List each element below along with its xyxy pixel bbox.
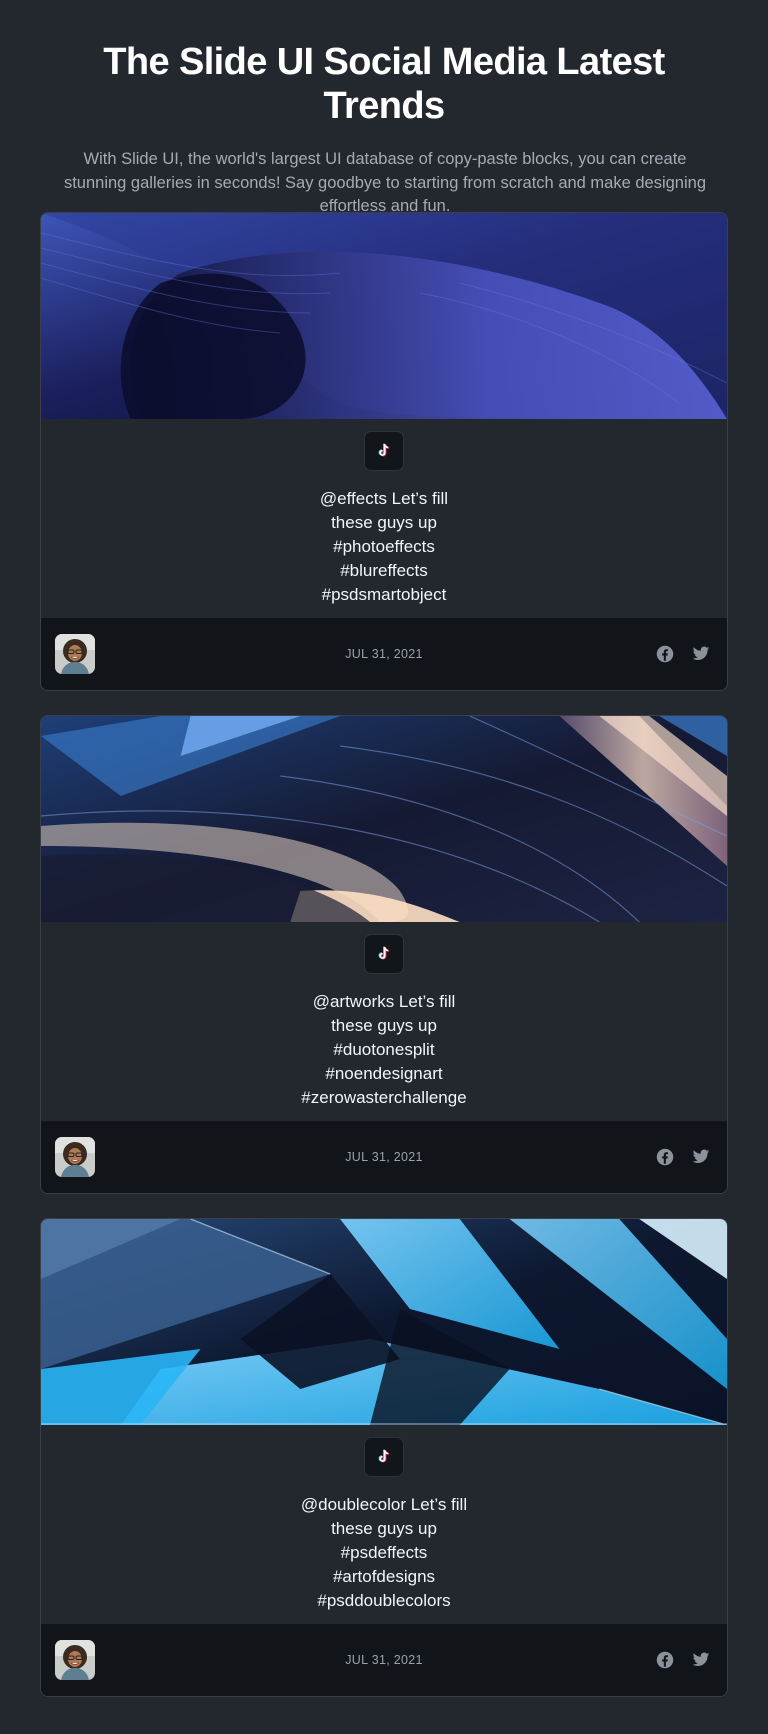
tiktok-icon <box>378 946 390 960</box>
tiktok-icon <box>378 1449 390 1463</box>
caption-line: #psdsmartobject <box>321 585 447 604</box>
post-footer: JUL 31, 2021 <box>41 1121 727 1193</box>
post-card[interactable]: @doublecolor Let’s fill these guys up #p… <box>40 1218 728 1697</box>
post-card[interactable]: @effects Let’s fill these guys up #photo… <box>40 212 728 691</box>
facebook-icon[interactable] <box>653 1648 677 1672</box>
caption-line: @effects Let’s fill <box>319 489 449 508</box>
caption-line: #noendesignart <box>325 1064 443 1083</box>
caption-line: @doublecolor Let’s fill <box>300 1495 468 1514</box>
post-caption: @doublecolor Let’s fill these guys up #p… <box>41 1493 727 1613</box>
page-subtitle: With Slide UI, the world's largest UI da… <box>63 150 707 215</box>
post-caption: @artworks Let’s fill these guys up #duot… <box>41 990 727 1110</box>
twitter-icon[interactable] <box>689 1145 713 1169</box>
twitter-icon[interactable] <box>689 642 713 666</box>
post-image <box>41 213 727 419</box>
post-caption: @effects Let’s fill these guys up #photo… <box>41 487 727 607</box>
tiktok-icon <box>378 443 390 457</box>
post-image <box>41 1219 727 1425</box>
post-footer: JUL 31, 2021 <box>41 1624 727 1696</box>
share-links <box>653 1145 713 1169</box>
post-card[interactable]: @artworks Let’s fill these guys up #duot… <box>40 715 728 1194</box>
caption-line: #blureffects <box>340 561 428 580</box>
caption-line: #psddoublecolors <box>317 1591 451 1610</box>
gallery-list: @effects Let’s fill these guys up #photo… <box>40 212 728 1721</box>
twitter-icon[interactable] <box>689 1648 713 1672</box>
facebook-icon[interactable] <box>653 1145 677 1169</box>
caption-line: #zerowasterchallenge <box>301 1088 467 1107</box>
caption-line: these guys up <box>331 1519 437 1538</box>
caption-line: these guys up <box>331 1016 437 1035</box>
post-date: JUL 31, 2021 <box>345 1653 423 1667</box>
page-title: The Slide UI Social Media Latest Trends <box>103 41 665 127</box>
tiktok-badge[interactable] <box>364 431 404 471</box>
caption-line: #duotonesplit <box>333 1040 435 1059</box>
tiktok-badge[interactable] <box>364 934 404 974</box>
caption-line: #photoeffects <box>333 537 435 556</box>
caption-line: #psdeffects <box>340 1543 428 1562</box>
caption-line: @artworks Let’s fill <box>312 992 456 1011</box>
share-links <box>653 1648 713 1672</box>
facebook-icon[interactable] <box>653 642 677 666</box>
hero-section: The Slide UI Social Media Latest Trends … <box>0 0 768 219</box>
post-date: JUL 31, 2021 <box>345 1150 423 1164</box>
share-links <box>653 642 713 666</box>
post-date: JUL 31, 2021 <box>345 647 423 661</box>
caption-line: #artofdesigns <box>332 1567 436 1586</box>
post-image <box>41 716 727 922</box>
caption-line: these guys up <box>331 513 437 532</box>
post-footer: JUL 31, 2021 <box>41 618 727 690</box>
tiktok-badge[interactable] <box>364 1437 404 1477</box>
